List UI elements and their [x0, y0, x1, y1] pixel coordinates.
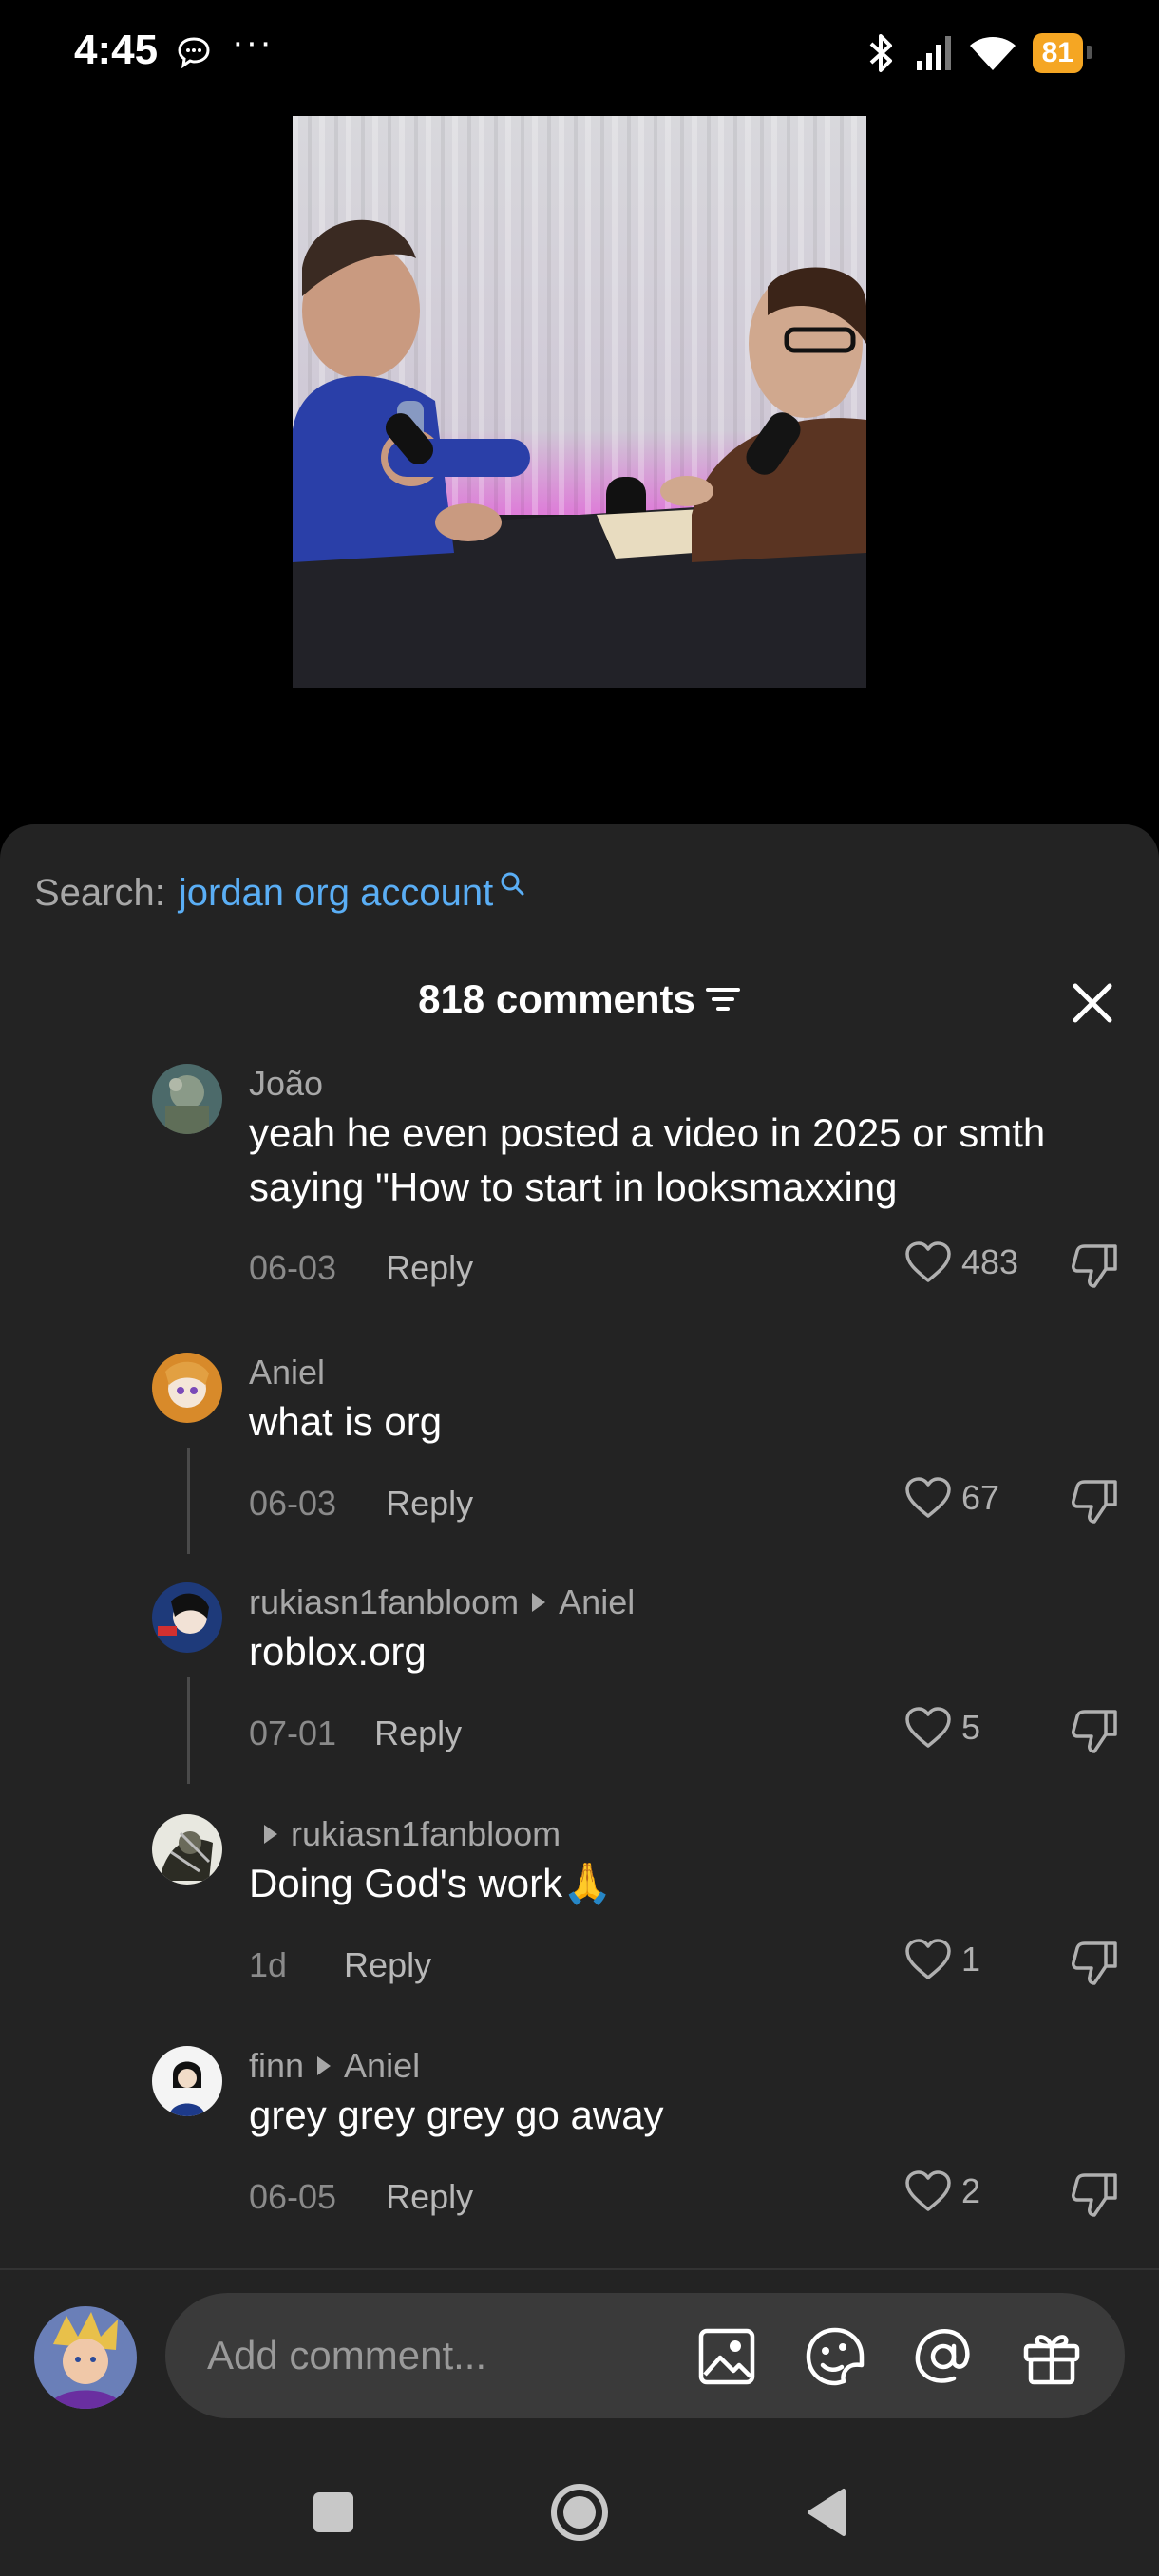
comment-meta: 06-05 Reply: [249, 2177, 473, 2217]
comment-date: 1d: [249, 1945, 288, 1984]
mention-icon[interactable]: [912, 2325, 975, 2388]
status-time: 4:45: [74, 27, 159, 73]
reply-button[interactable]: Reply: [386, 1484, 473, 1524]
video-player[interactable]: [293, 116, 866, 688]
avatar[interactable]: [152, 1814, 222, 1885]
search-query-link[interactable]: jordan org account: [179, 872, 493, 915]
nav-back-icon[interactable]: [794, 2479, 861, 2546]
wifi-icon: [969, 37, 1016, 70]
comment-date: 06-03: [249, 1484, 337, 1523]
dislike-icon[interactable]: [1070, 2171, 1119, 2219]
comments-header: 818 comments: [0, 976, 1159, 1022]
username-text[interactable]: Aniel: [249, 1353, 325, 1392]
dislike-icon[interactable]: [1070, 1940, 1119, 1987]
avatar[interactable]: [152, 1353, 222, 1423]
signal-icon: [916, 36, 951, 70]
comment-meta: 07-01 Reply: [249, 1714, 462, 1753]
like-count: 67: [961, 1478, 1000, 1517]
message-icon: [178, 37, 210, 68]
heart-icon[interactable]: [904, 1241, 952, 1284]
comment-date: 07-01: [249, 1714, 337, 1752]
comment-meta: 1d Reply: [249, 1945, 431, 1985]
battery-indicator: 81: [1032, 33, 1093, 73]
heart-icon[interactable]: [904, 2169, 952, 2213]
comment-username[interactable]: João: [249, 1064, 323, 1104]
status-more-dots: ···: [232, 23, 274, 63]
like-button[interactable]: 1: [904, 1938, 980, 1981]
dislike-icon[interactable]: [1070, 1242, 1119, 1290]
composer-divider: [0, 2268, 1159, 2270]
my-avatar[interactable]: [34, 2306, 137, 2409]
video-frame-image: [293, 116, 866, 688]
search-suggestion[interactable]: Search: jordan org account: [34, 872, 525, 915]
username-text[interactable]: rukiasn1fanbloom: [249, 1582, 519, 1622]
avatar[interactable]: [152, 2046, 222, 2116]
reply-button[interactable]: Reply: [386, 1248, 473, 1288]
comment-text: grey grey grey go away: [249, 2093, 664, 2137]
search-icon: [501, 872, 524, 896]
sticker-icon[interactable]: [804, 2325, 866, 2388]
comment-date: 06-03: [249, 1248, 337, 1287]
gift-icon[interactable]: [1020, 2325, 1083, 2388]
comment-composer[interactable]: [165, 2293, 1125, 2418]
dislike-icon[interactable]: [1070, 1478, 1119, 1525]
comment-text: roblox.org: [249, 1629, 427, 1674]
bluetooth-icon: [869, 34, 892, 72]
reply-arrow-icon: [532, 1593, 546, 1612]
like-button[interactable]: 5: [904, 1706, 980, 1750]
nav-home-icon[interactable]: [546, 2479, 613, 2546]
comment-text: yeah he even posted a video in 2025 or s…: [249, 1110, 1046, 1209]
close-icon[interactable]: [1068, 978, 1117, 1028]
status-right-icons: 81: [862, 28, 1093, 78]
reply-to-username[interactable]: Aniel: [559, 1582, 635, 1622]
like-count: 5: [961, 1708, 981, 1747]
comments-count-title: 818 comments: [418, 976, 695, 1021]
comment-username[interactable]: Aniel: [249, 1353, 325, 1392]
system-nav-bar: [0, 2451, 1159, 2576]
thread-line: [187, 1448, 190, 1554]
comment-username[interactable]: rukiasn1fanbloom Aniel: [249, 1582, 635, 1622]
reply-to-username[interactable]: Aniel: [344, 2046, 420, 2086]
comment-text: Doing God's work🙏: [249, 1861, 613, 1905]
like-count: 483: [961, 1242, 1019, 1281]
comment-username[interactable]: rukiasn1fanbloom: [264, 1814, 560, 1854]
comment-username[interactable]: finn Aniel: [249, 2046, 420, 2086]
image-icon[interactable]: [695, 2325, 758, 2388]
reply-button[interactable]: Reply: [374, 1714, 462, 1753]
heart-icon[interactable]: [904, 1938, 952, 1981]
avatar[interactable]: [152, 1064, 222, 1134]
filter-icon[interactable]: [705, 985, 741, 1013]
comment-meta: 06-03 Reply: [249, 1484, 473, 1524]
reply-button[interactable]: Reply: [386, 2177, 473, 2217]
reply-button[interactable]: Reply: [344, 1945, 431, 1985]
comment-meta: 06-03 Reply: [249, 1248, 473, 1288]
like-button[interactable]: 2: [904, 2169, 980, 2213]
reply-arrow-icon: [264, 1825, 277, 1844]
comment-date: 06-05: [249, 2177, 337, 2216]
username-text[interactable]: João: [249, 1064, 323, 1104]
like-count: 1: [961, 1940, 981, 1979]
avatar[interactable]: [152, 1582, 222, 1653]
nav-square-icon[interactable]: [300, 2479, 367, 2546]
reply-arrow-icon: [317, 2056, 332, 2075]
like-button[interactable]: 483: [904, 1241, 1018, 1284]
like-button[interactable]: 67: [904, 1476, 999, 1520]
heart-icon[interactable]: [904, 1476, 952, 1520]
status-bar: 4:45 ··· 81: [0, 0, 1159, 104]
like-count: 2: [961, 2171, 981, 2210]
comment-input[interactable]: [205, 2321, 684, 2390]
reply-to-username[interactable]: rukiasn1fanbloom: [291, 1814, 560, 1854]
dislike-icon[interactable]: [1070, 1708, 1119, 1755]
search-label: Search:: [34, 872, 165, 914]
thread-line: [187, 1677, 190, 1784]
heart-icon[interactable]: [904, 1706, 952, 1750]
username-text[interactable]: finn: [249, 2046, 304, 2086]
comment-text: what is org: [249, 1399, 443, 1444]
